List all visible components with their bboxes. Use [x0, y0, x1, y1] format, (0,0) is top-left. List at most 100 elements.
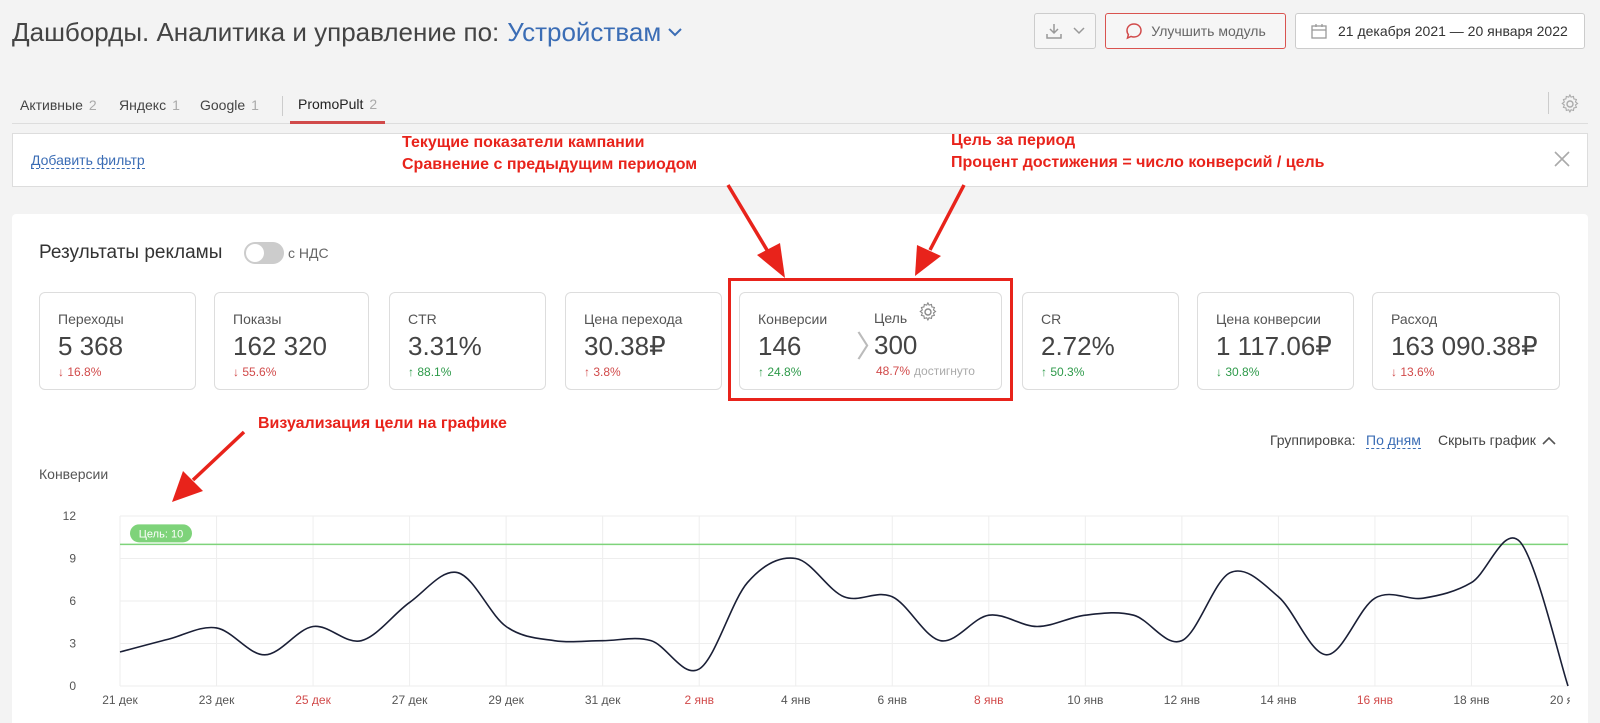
tab-label: PromoPult [298, 95, 364, 112]
data-point [745, 581, 749, 585]
annotation-goal: Цель за период Процент достижения = числ… [951, 130, 1324, 174]
chevron-down-icon [1073, 27, 1085, 35]
metric-card-spend[interactable]: Расход 163 090.38₽ ↓ 13.6% [1372, 292, 1560, 390]
data-point [987, 613, 991, 617]
gear-icon[interactable] [1560, 94, 1580, 114]
tab-promopult[interactable]: PromoPult 2 [290, 86, 386, 124]
tab-label: Активные [20, 97, 83, 113]
delta-value: 55.6% [242, 365, 277, 379]
page-title: Дашборды. Аналитика и управление по: [12, 16, 500, 47]
annotation-text: Цель за период [951, 132, 1076, 149]
metric-card-cost-per-click[interactable]: Цена перехода 30.38₽ ↑ 3.8% [565, 292, 722, 390]
arrow-up-icon: ↑ [584, 365, 590, 379]
chat-bubble-icon [1126, 23, 1143, 40]
goal-value: 300 [874, 330, 918, 360]
annotation-chart-goal: Визуализация цели на графике [258, 413, 507, 435]
data-point [456, 571, 460, 575]
x-tick-label: 21 дек [102, 693, 138, 706]
metric-value: 30.38₽ [584, 331, 666, 361]
data-point [890, 595, 894, 599]
metric-delta: ↑ 3.8% [584, 365, 621, 379]
metric-card-cost-per-conversion[interactable]: Цена конверсии 1 117.06₽ ↓ 30.8% [1197, 292, 1354, 390]
delta-value: 16.8% [67, 365, 102, 379]
tab-count: 1 [251, 97, 259, 113]
y-tick-label: 0 [69, 679, 76, 693]
annotation-text: Процент достижения = число конверсий / ц… [951, 154, 1325, 171]
arrow-down-icon: ↓ [233, 365, 239, 379]
tab-yandex[interactable]: Яндекс 1 [119, 86, 180, 124]
metric-delta: ↑ 50.3% [1041, 365, 1084, 379]
metric-card-cr[interactable]: CR 2.72% ↑ 50.3% [1022, 292, 1179, 390]
chart-title: Конверсии [39, 466, 109, 482]
metric-value: 162 320 [233, 331, 327, 361]
goal-label: Цель [874, 310, 908, 326]
x-tick-label: 4 янв [781, 693, 811, 706]
close-icon[interactable] [1553, 150, 1571, 168]
series-line [119, 537, 1569, 687]
annotation-text: Текущие показатели кампании [402, 134, 645, 151]
delta-value: 88.1% [417, 365, 452, 379]
x-tick-label: 6 янв [878, 693, 908, 706]
data-point [1228, 571, 1232, 575]
tab-count: 2 [88, 97, 97, 113]
x-tick-label: 10 янв [1067, 693, 1103, 706]
metric-label: Переходы [58, 311, 124, 327]
annotation-text: Сравнение с предыдущим периодом [402, 156, 698, 173]
x-tick-label: 20 янв [1550, 693, 1570, 706]
tab-label: Google [200, 97, 246, 113]
filter-bar: Добавить фильтр [12, 133, 1588, 187]
metric-card-clicks[interactable]: Переходы 5 368 ↓ 16.8% [39, 292, 196, 390]
metric-value: 163 090.38₽ [1391, 331, 1538, 361]
conversions-chart: 0 3 6 9 12 21 дек 23 дек 25 дек 27 дек 29 дек 31 д… [63, 509, 1570, 706]
delta-value: 30.8% [1225, 365, 1260, 379]
data-point [649, 639, 653, 643]
metric-value: 5 368 [58, 331, 124, 361]
metric-delta: ↑ 88.1% [408, 365, 451, 379]
download-icon [1046, 24, 1062, 39]
hide-chart-button[interactable]: Скрыть график [1438, 432, 1556, 448]
metric-value: 3.31% [408, 331, 482, 361]
chevron-down-icon [668, 28, 682, 37]
metric-delta: ↓ 55.6% [233, 365, 276, 379]
metric-label: Цена конверсии [1216, 311, 1321, 327]
metric-delta: ↓ 16.8% [58, 365, 101, 379]
data-point [311, 625, 315, 629]
x-tick-label: 14 янв [1260, 693, 1296, 706]
data-point [1132, 613, 1136, 617]
arrow-up-icon: ↑ [1041, 365, 1047, 379]
goal-percent-label: достигнуто [914, 364, 975, 378]
x-tick-label: 16 янв [1357, 693, 1393, 706]
y-tick-label: 6 [69, 594, 76, 608]
tab-google[interactable]: Google 1 [200, 86, 259, 124]
y-tick-label: 9 [69, 552, 76, 566]
improve-module-label: Улучшить модуль [1151, 23, 1266, 39]
x-tick-label: 2 янв [684, 693, 714, 706]
download-button[interactable] [1034, 13, 1096, 49]
arrow-down-icon: ↓ [1391, 365, 1397, 379]
metric-delta: ↓ 30.8% [1216, 365, 1259, 379]
grouping-select[interactable]: По дням [1366, 432, 1421, 449]
dimension-select[interactable]: Устройствам [507, 17, 683, 48]
metric-card-impressions[interactable]: Показы 162 320 ↓ 55.6% [214, 292, 369, 390]
data-point [1566, 684, 1570, 688]
tab-divider [282, 96, 283, 116]
date-range-label: 21 декабря 2021 — 20 января 2022 [1338, 23, 1568, 39]
tab-active[interactable]: Активные 2 [20, 86, 97, 124]
results-title: Результаты рекламы [39, 242, 223, 263]
y-tick-label: 3 [69, 637, 76, 651]
arrow-down-icon: ↓ [58, 365, 64, 379]
metric-card-ctr[interactable]: CTR 3.31% ↑ 88.1% [389, 292, 546, 390]
data-point [697, 667, 701, 671]
add-filter-link[interactable]: Добавить фильтр [31, 152, 145, 169]
campaign-tabs: Активные 2 Яндекс 1 Google 1 PromoPult 2 [12, 86, 1588, 124]
data-point [1035, 625, 1039, 629]
metric-label: Показы [233, 311, 282, 327]
vat-toggle[interactable] [244, 242, 284, 264]
toggle-knob [246, 244, 264, 262]
y-tick-label: 12 [63, 509, 77, 523]
data-point [794, 557, 798, 561]
improve-module-button[interactable]: Улучшить модуль [1105, 13, 1286, 49]
x-tick-label: 23 дек [199, 693, 235, 706]
gear-icon[interactable] [918, 302, 938, 322]
date-range-picker[interactable]: 21 декабря 2021 — 20 января 2022 [1295, 13, 1585, 49]
